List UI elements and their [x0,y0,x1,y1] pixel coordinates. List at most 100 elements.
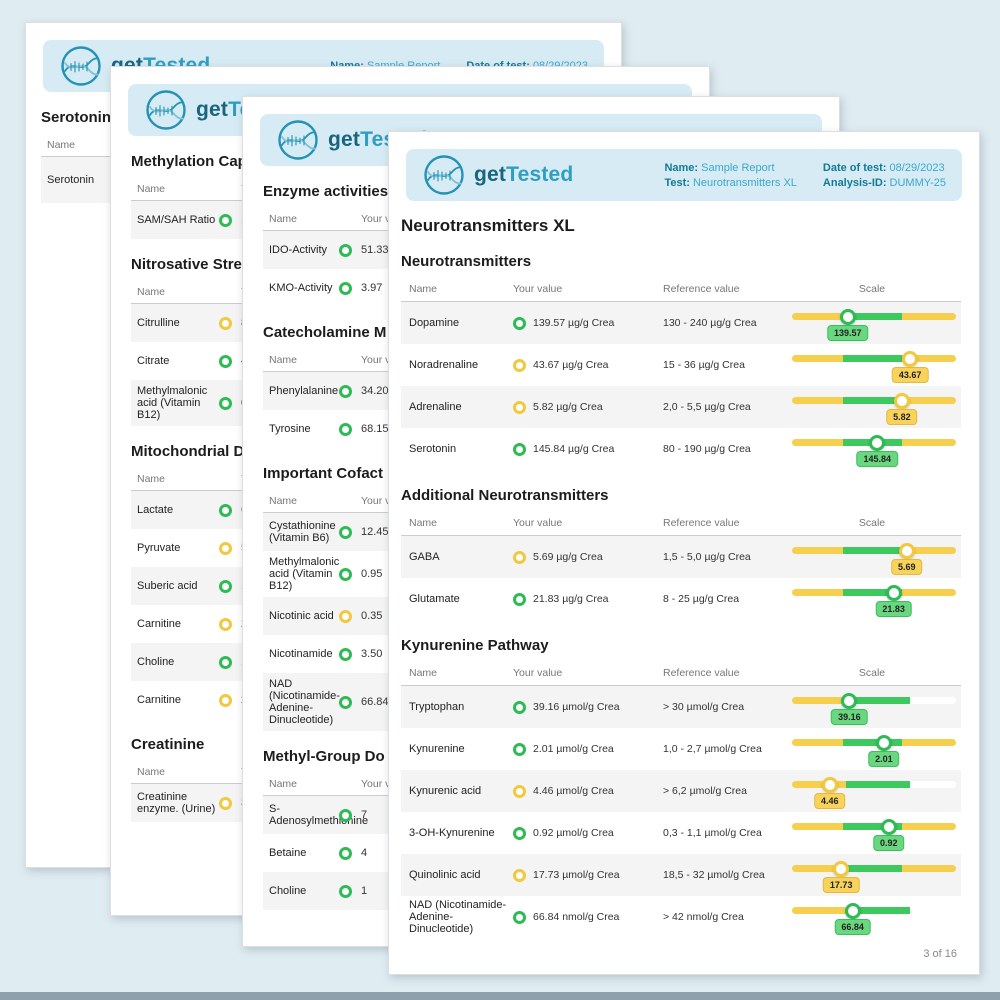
table-column-headers: Name [41,135,121,157]
scale-segment [902,865,956,872]
scale-segment [792,439,843,446]
col-spacer [219,286,241,298]
analyte-name: GABA [409,551,513,563]
scale-segment [792,397,843,404]
table-column-headers: NameYour valueReference valueScale [401,663,961,686]
result-row: Glutamate21.83 µg/g Crea8 - 25 µg/g Crea… [401,578,961,620]
row-name: Choline [269,885,339,897]
scale-marker [845,903,861,919]
scale-marker [840,309,856,325]
scale-segment [902,397,956,404]
scale-segment [846,781,910,788]
row-name: Carnitine [137,694,219,706]
reference-value: 0,3 - 1,1 µmol/g Crea [663,827,791,839]
col-header-reference-value: Reference value [663,517,791,529]
result-row: Serotonin145.84 µg/g Crea80 - 190 µg/g C… [401,428,961,470]
your-value-text: 0.92 µmol/g Crea [533,827,614,839]
result-row: GABA5.69 µg/g Crea1,5 - 5,0 µg/g Crea5.6… [401,536,961,578]
status-dot-yellow [513,869,526,882]
scale-segment [792,823,843,830]
col-spacer [339,495,361,507]
your-value-text: 39.16 µmol/g Crea [533,701,620,713]
reference-value: 1,5 - 5,0 µg/g Crea [663,551,791,563]
col-spacer [339,778,361,790]
scale-track [792,823,956,830]
reference-value: 130 - 240 µg/g Crea [663,317,791,329]
scale-segment [792,589,843,596]
your-value-cell: 2.01 µmol/g Crea [513,743,663,756]
your-value-text: 5.82 µg/g Crea [533,401,603,413]
row-name: Tyrosine [269,423,339,435]
row-name: Betaine [269,847,339,859]
page-number: 3 of 16 [923,948,957,960]
analyte-name: Adrenaline [409,401,513,413]
your-value-cell: 5.82 µg/g Crea [513,401,663,414]
page4-sections: NeurotransmittersNameYour valueReference… [401,253,961,938]
scale-value-label: 43.67 [892,367,929,383]
col-header-scale: Scale [791,283,953,295]
scale-track [792,697,956,704]
scale-marker [881,819,897,835]
scale-segment [792,547,843,554]
scale-track [792,547,956,554]
scale-value-label: 145.84 [857,451,899,467]
your-value-text: 43.67 µg/g Crea [533,359,609,371]
row-name: Citrate [137,355,219,367]
analyte-name: 3-OH-Kynurenine [409,827,513,839]
status-dot-green [513,743,526,756]
scale-bar: 21.83 [792,580,956,618]
status-dot-green [339,696,352,709]
your-value-cell: 21.83 µg/g Crea [513,593,663,606]
analyte-name: Dopamine [409,317,513,329]
status-dot-yellow [219,317,232,330]
col-header-your-value: Your value [513,667,663,679]
col-header-your-value: Your value [513,283,663,295]
status-dot-green [219,580,232,593]
gettested-dna-icon [276,118,320,162]
scale-marker [902,351,918,367]
scale-segment [902,313,956,320]
scale-marker [886,585,902,601]
row-name: NAD (Nicotinamide-Adenine-Dinucleotide) [269,678,339,726]
row-name: Creatinine enzyme. (Urine) [137,791,219,815]
col-header-name: Name [269,354,339,366]
scale-bar: 43.67 [792,346,956,384]
scale-value-label: 4.46 [814,793,846,809]
row-name: Choline [137,656,219,668]
scale-segment [843,739,902,746]
row-name: S-Adenosylmethionine [269,803,339,827]
row-name: Carnitine [137,618,219,630]
analyte-name: Kynurenic acid [409,785,513,797]
scale-segment [792,355,843,362]
result-row: 3-OH-Kynurenine 0.92 µmol/g Crea 0,3 - 1,1… [401,812,961,854]
scale-value-label: 66.84 [834,919,871,935]
analyte-name: Noradrenaline [409,359,513,371]
status-dot-green [219,355,232,368]
page4-header-band: getTested Name: Sample Report Test: Neur… [406,149,962,201]
result-row: Kynurenic acid4.46 µmol/g Crea> 6,2 µmol… [401,770,961,812]
scale-segment [910,781,956,788]
result-row: Noradrenaline43.67 µg/g Crea15 - 36 µg/g… [401,344,961,386]
col-header-reference-value: Reference value [663,667,791,679]
your-value-text: 4.46 µmol/g Crea [533,785,614,797]
result-row: NAD (Nicotinamide-Adenine-Dinucleotide) 6… [401,896,961,938]
scale-segment [902,589,956,596]
scale-segment [792,313,843,320]
scale-marker [894,393,910,409]
status-dot-yellow [513,551,526,564]
status-dot-green [219,656,232,669]
scale-segment [843,865,902,872]
status-dot-green [219,214,232,227]
analyte-name: NAD (Nicotinamide-Adenine-Dinucleotide) [409,899,513,935]
row-name: Suberic acid [137,580,219,592]
col-header-name: Name [409,283,513,295]
your-value-text: 5.69 µg/g Crea [533,551,603,563]
scale-bar: 5.82 [792,388,956,426]
col-spacer [219,766,241,778]
col-spacer [339,213,361,225]
row-name: Phenylalanine [269,385,339,397]
row-name: Serotonin [47,174,115,186]
status-dot-yellow [513,401,526,414]
your-value-text: 139.57 µg/g Crea [533,317,614,329]
scale-marker [841,693,857,709]
